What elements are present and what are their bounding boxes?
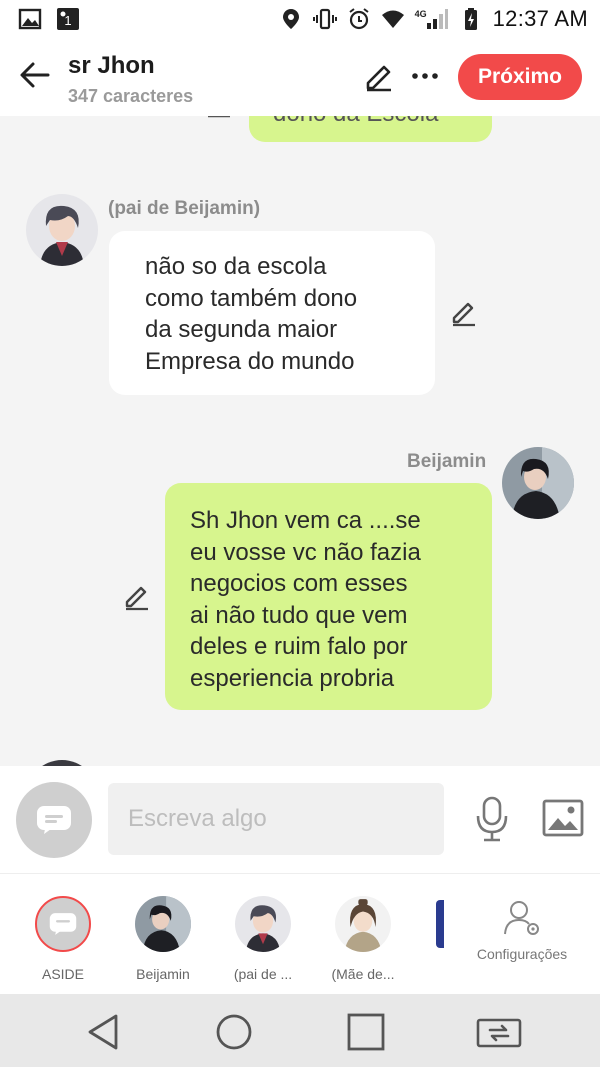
- edit-message-icon[interactable]: [122, 582, 152, 612]
- message-text: não so da escola como também dono da seg…: [145, 253, 358, 375]
- vibrate-icon: [312, 8, 337, 30]
- switch-app-icon[interactable]: [476, 1012, 522, 1052]
- image-icon[interactable]: [542, 798, 584, 838]
- notification-icon: 1: [57, 8, 79, 30]
- recents-nav-icon[interactable]: [346, 1012, 386, 1052]
- location-icon: [282, 9, 299, 29]
- gallery-icon: [18, 8, 42, 30]
- settings-button[interactable]: Configurações: [470, 898, 574, 962]
- message-text: dono da Escola: [273, 116, 438, 130]
- avatar: [135, 896, 191, 952]
- character-mae[interactable]: (Mãe de...: [318, 896, 408, 982]
- edit-message-icon[interactable]: [449, 298, 479, 328]
- chat-bubble-icon: [49, 913, 77, 935]
- edit-icon[interactable]: [206, 116, 232, 118]
- back-arrow-icon[interactable]: [18, 58, 52, 92]
- character-avatar-image: [335, 896, 391, 952]
- chat-area[interactable]: dono da Escola (pai de Beijamin) não so …: [0, 116, 600, 766]
- more-options-icon[interactable]: [410, 64, 440, 88]
- home-nav-icon[interactable]: [214, 1012, 254, 1052]
- status-bar: 1 4G 12:37 AM: [0, 0, 600, 40]
- microphone-icon[interactable]: [474, 796, 510, 842]
- character-label: (Mãe de...: [331, 966, 395, 982]
- avatar: [235, 896, 291, 952]
- message-input[interactable]: [108, 783, 444, 855]
- next-button[interactable]: Próximo: [458, 54, 582, 100]
- sender-name: (pai de Beijamin): [108, 198, 261, 219]
- aside-avatar: [35, 896, 91, 952]
- character-avatar-image: [135, 896, 191, 952]
- clock: 12:37 AM: [492, 6, 588, 31]
- system-nav-bar: [0, 994, 600, 1067]
- avatar[interactable]: [502, 447, 574, 519]
- battery-icon: [464, 8, 477, 30]
- character-count: 347 caracteres: [68, 86, 194, 106]
- chat-bubble-icon: [37, 806, 71, 834]
- character-selector: ASIDE Beijamin (pai de ... (Mãe de... Co…: [0, 874, 600, 994]
- character-avatar-image: [502, 447, 574, 519]
- user-settings-icon: [504, 901, 539, 935]
- message-input-bar: [0, 766, 600, 874]
- character-avatar-image: [235, 896, 291, 952]
- message-bubble[interactable]: não so da escola como também dono da seg…: [109, 231, 435, 395]
- avatar[interactable]: [26, 194, 98, 266]
- aside-toggle-button[interactable]: [16, 782, 92, 858]
- character-label: ASIDE: [41, 966, 84, 982]
- svg-text:1: 1: [64, 13, 71, 28]
- message-bubble[interactable]: dono da Escola: [249, 116, 492, 142]
- edit-icon[interactable]: [364, 62, 394, 92]
- message-text: Sh Jhon vem ca ....se eu vosse vc não fa…: [190, 507, 421, 692]
- app-header: sr Jhon 347 caracteres Próximo: [0, 40, 600, 116]
- character-beijamin[interactable]: Beijamin: [118, 896, 208, 982]
- character-label: Beijamin: [136, 966, 190, 982]
- character-aside[interactable]: ASIDE: [18, 896, 108, 982]
- avatar: [335, 896, 391, 952]
- alarm-icon: [349, 8, 369, 30]
- character-label: (pai de ...: [233, 966, 293, 982]
- settings-label: Configurações: [476, 946, 568, 962]
- back-nav-icon[interactable]: [84, 1012, 124, 1052]
- message-bubble[interactable]: Sh Jhon vem ca ....se eu vosse vc não fa…: [165, 483, 492, 710]
- signal-icon: [426, 9, 448, 29]
- character-pai[interactable]: (pai de ...: [218, 896, 308, 982]
- character-avatar-partial[interactable]: [436, 900, 444, 948]
- sender-name: Beijamin: [407, 451, 487, 472]
- wifi-icon: [381, 10, 404, 28]
- character-avatar-image: [26, 194, 98, 266]
- page-title: sr Jhon: [68, 52, 155, 79]
